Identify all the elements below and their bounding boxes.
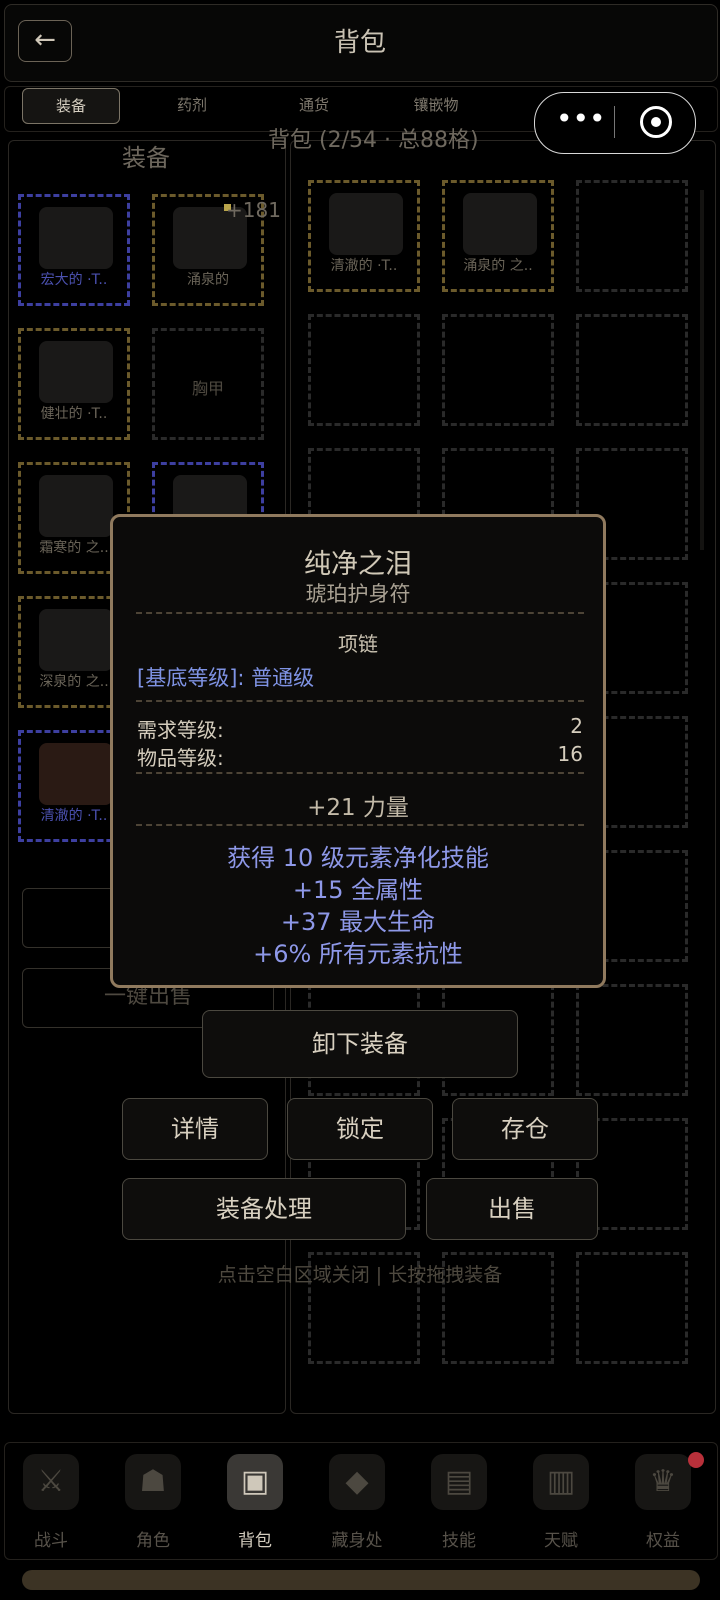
details-button[interactable]: 详情 bbox=[122, 1098, 268, 1160]
bag-slot[interactable] bbox=[308, 314, 420, 426]
implicit-mod: +21 力量 bbox=[307, 795, 409, 821]
bag-slot[interactable] bbox=[442, 314, 554, 426]
sell-button[interactable]: 出售 bbox=[426, 1178, 598, 1240]
item-level-value: 16 bbox=[557, 742, 583, 766]
mask-icon: ☗ bbox=[125, 1454, 181, 1510]
nav-character[interactable]: ☗ 角色 bbox=[108, 1450, 198, 1554]
hint-text: 点击空白区域关闭 | 长按拖拽装备 bbox=[217, 1264, 503, 1286]
tab-currency[interactable]: 通货 bbox=[266, 88, 362, 122]
item-base-type: 琥珀护身符 bbox=[305, 582, 411, 606]
divider bbox=[136, 772, 584, 774]
close-target-icon[interactable] bbox=[640, 106, 672, 138]
capsule-divider bbox=[614, 106, 615, 138]
divider bbox=[136, 824, 584, 826]
slot-label: 健壮的 ·T.. bbox=[40, 406, 108, 422]
divider bbox=[136, 700, 584, 702]
tab-equipment[interactable]: 装备 bbox=[22, 88, 120, 124]
stat-badge: +181 bbox=[226, 198, 281, 222]
bow-icon bbox=[39, 207, 113, 269]
equipment-title: 装备 bbox=[122, 144, 170, 172]
gauntlet-icon bbox=[463, 193, 537, 255]
unequip-button[interactable]: 卸下装备 bbox=[202, 1010, 518, 1078]
progress-bar bbox=[22, 1570, 700, 1590]
explicit-mod: 获得 10 级元素净化技能 bbox=[227, 844, 489, 872]
cards-icon: ▥ bbox=[533, 1454, 589, 1510]
stash-button[interactable]: 存仓 bbox=[452, 1098, 598, 1160]
lock-button[interactable]: 锁定 bbox=[287, 1098, 433, 1160]
hideout-icon: ◆ bbox=[329, 1454, 385, 1510]
nav-skills[interactable]: ▤ 技能 bbox=[414, 1450, 504, 1554]
slot-label: 宏大的 ·T.. bbox=[40, 272, 108, 288]
scrollbar[interactable] bbox=[700, 190, 704, 550]
bag-slot[interactable]: 涌泉的 之.. bbox=[442, 180, 554, 292]
item-name: 纯净之泪 bbox=[304, 549, 412, 580]
explicit-mod: +37 最大生命 bbox=[280, 908, 436, 936]
crown-icon: ♛ bbox=[635, 1454, 691, 1510]
explicit-mod: +6% 所有元素抗性 bbox=[253, 940, 463, 968]
divider bbox=[136, 612, 584, 614]
bag-slot[interactable] bbox=[576, 180, 688, 292]
notification-dot bbox=[688, 1452, 704, 1468]
explicit-mod: +15 全属性 bbox=[292, 876, 424, 904]
bag-slot[interactable]: 清澈的 ·T.. bbox=[308, 180, 420, 292]
nav-hideout[interactable]: ◆ 藏身处 bbox=[312, 1450, 402, 1554]
belt-icon bbox=[329, 193, 403, 255]
boots-icon bbox=[39, 609, 113, 671]
slot-label: 涌泉的 bbox=[187, 272, 229, 288]
equip-slot-chest[interactable]: 胸甲 bbox=[152, 328, 264, 440]
tab-inlays[interactable]: 镶嵌物 bbox=[388, 88, 484, 122]
more-icon[interactable]: ••• bbox=[556, 104, 606, 140]
crossed-swords-icon: ⚔ bbox=[23, 1454, 79, 1510]
equip-slot-weapon[interactable]: 宏大的 ·T.. bbox=[18, 194, 130, 306]
required-level-row: 需求等级: 2 bbox=[137, 714, 583, 743]
chest-icon: ▣ bbox=[227, 1454, 283, 1510]
nav-battle[interactable]: ⚔ 战斗 bbox=[6, 1450, 96, 1554]
page-title: 背包 bbox=[333, 28, 386, 58]
bag-slot[interactable] bbox=[576, 314, 688, 426]
item-level-row: 物品等级: 16 bbox=[137, 742, 583, 771]
bag-capacity: 背包 (2/54 · 总88格) bbox=[268, 128, 479, 153]
item-tier: [基底等级]: 普通级 bbox=[137, 666, 315, 690]
slot-placeholder: 胸甲 bbox=[191, 379, 224, 398]
nav-bag[interactable]: ▣ 背包 bbox=[210, 1450, 300, 1554]
slot-label: 涌泉的 之.. bbox=[463, 258, 533, 274]
process-equipment-button[interactable]: 装备处理 bbox=[122, 1178, 406, 1240]
tab-potions[interactable]: 药剂 bbox=[144, 88, 240, 122]
book-icon: ▤ bbox=[431, 1454, 487, 1510]
equip-slot-helmet[interactable]: 健壮的 ·T.. bbox=[18, 328, 130, 440]
gauntlet-icon bbox=[39, 475, 113, 537]
amulet-icon bbox=[39, 743, 113, 805]
item-slot-type: 项链 bbox=[338, 632, 378, 656]
required-level-label: 需求等级: bbox=[137, 718, 224, 742]
required-level-value: 2 bbox=[570, 714, 583, 738]
item-level-label: 物品等级: bbox=[137, 746, 224, 770]
slot-label: 清澈的 ·T.. bbox=[330, 258, 398, 274]
helmet-icon bbox=[39, 341, 113, 403]
bag-slot[interactable] bbox=[576, 984, 688, 1096]
nav-talents[interactable]: ▥ 天赋 bbox=[516, 1450, 606, 1554]
